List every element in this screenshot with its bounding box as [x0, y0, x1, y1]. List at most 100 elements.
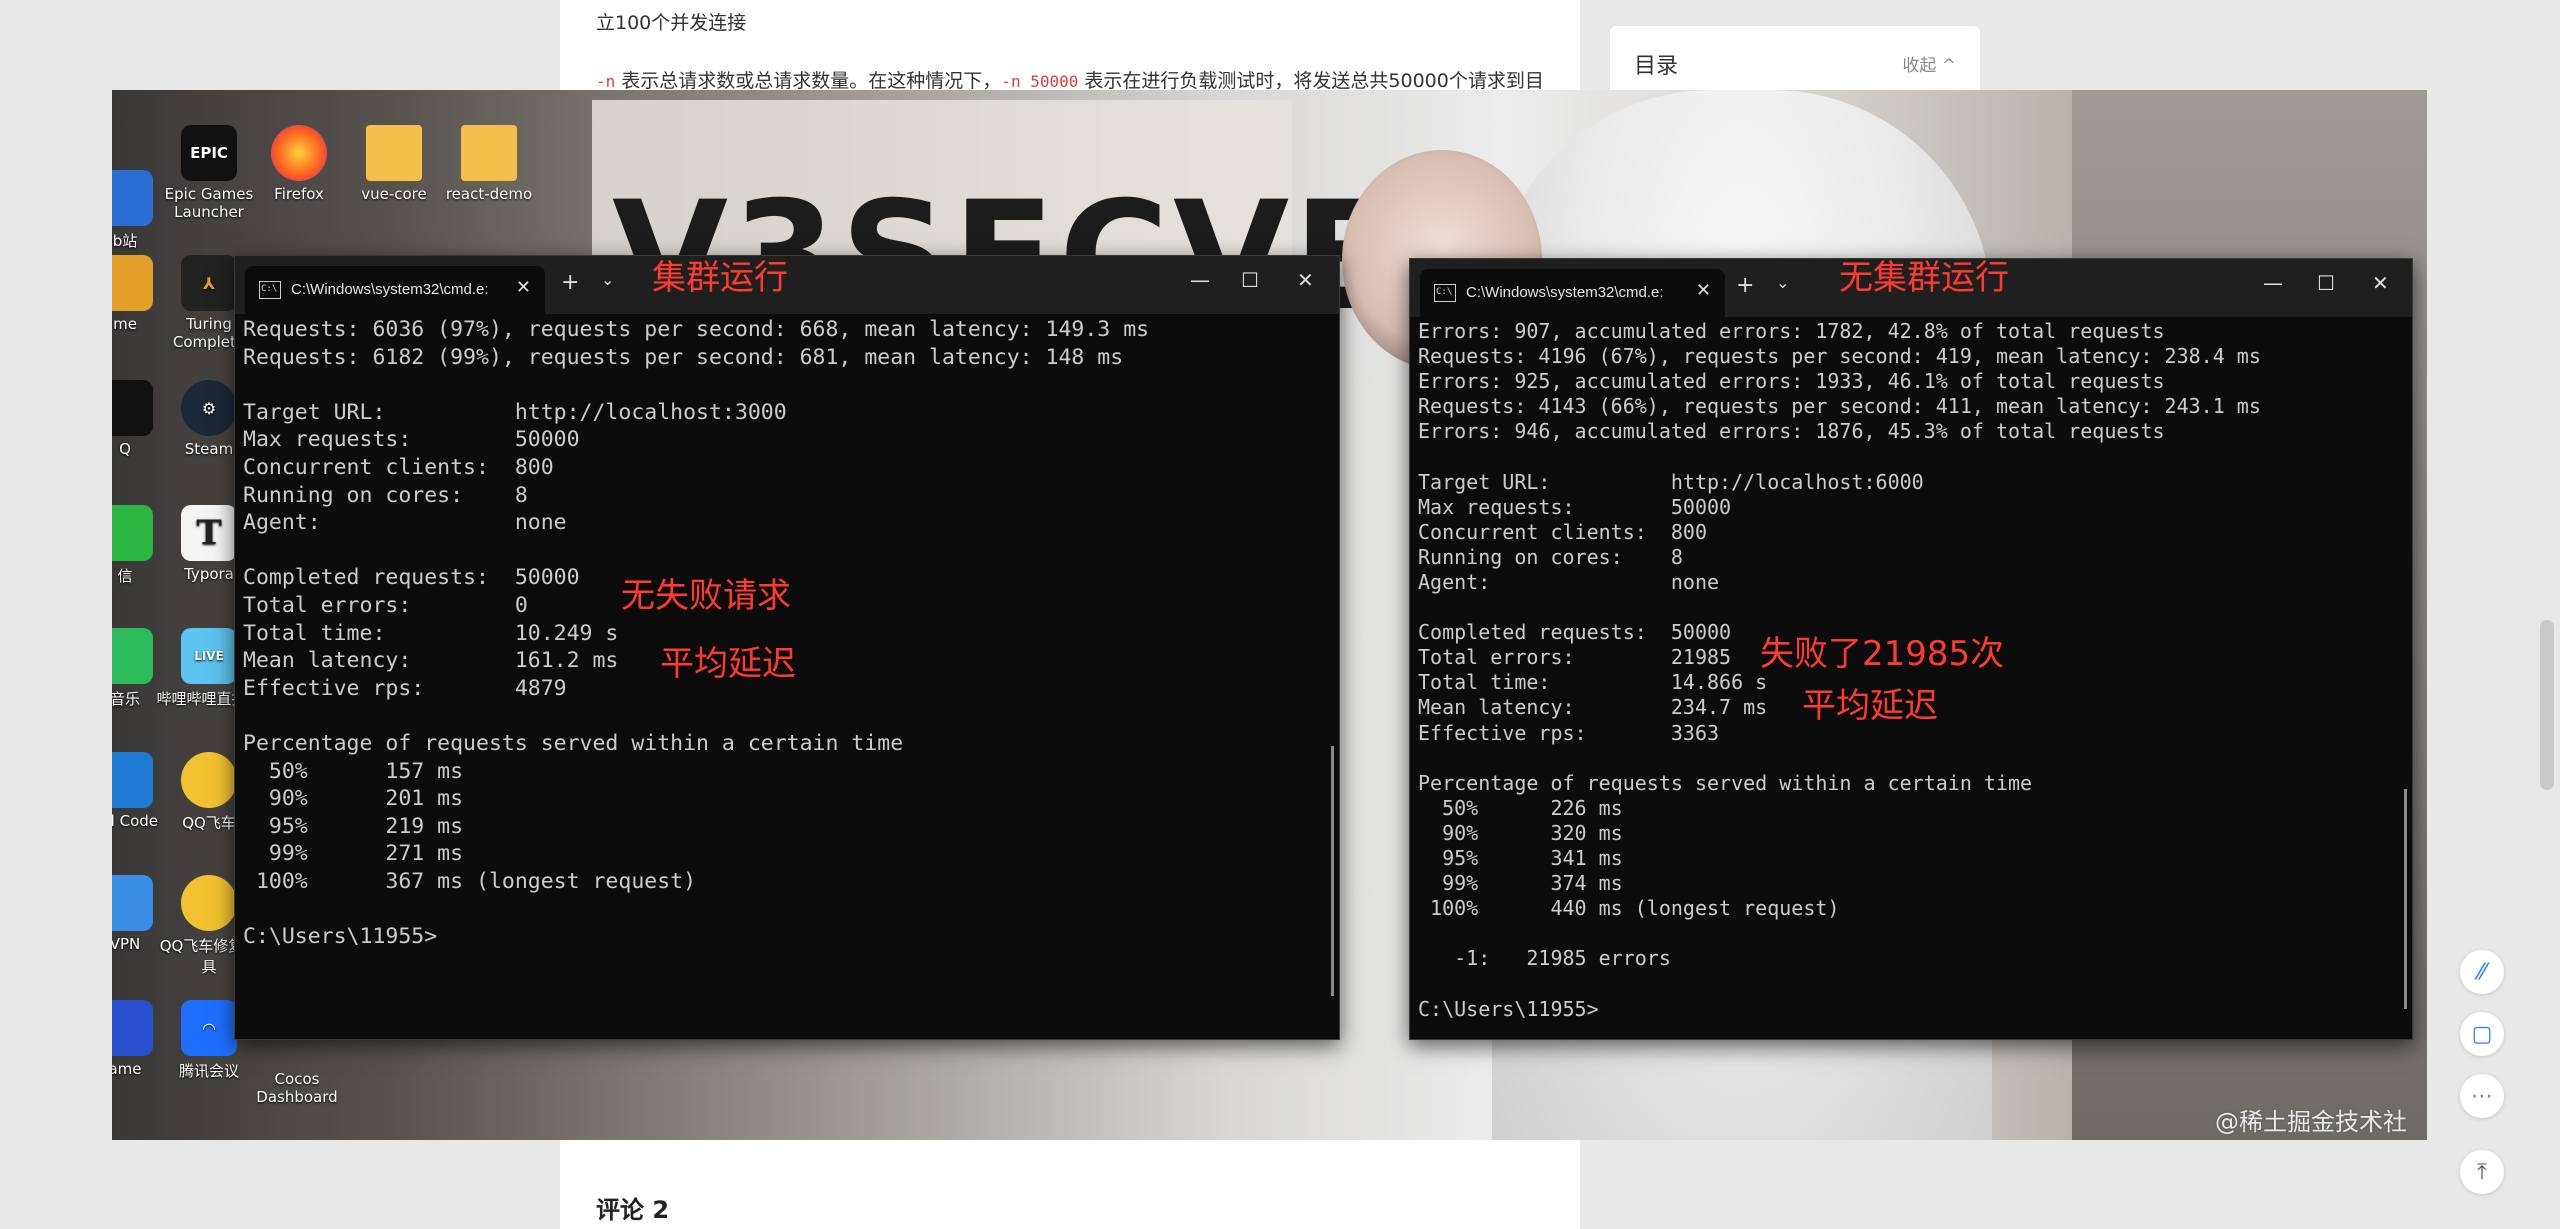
desktop-icon-react-demo[interactable]: react-demo [434, 125, 544, 203]
terminal-line: 100% 440 ms (longest request) [1418, 896, 1840, 921]
folder-icon [366, 125, 422, 181]
article-text: 表示总请求数或总请求数量。在这种情况下， [615, 70, 1002, 92]
desktop-icon-label: Steam [184, 440, 234, 458]
epic-games-icon: EPIC [181, 125, 237, 181]
terminal-line: 90% 320 ms [1418, 820, 1623, 845]
terminal-scrollbar[interactable] [2404, 789, 2407, 1009]
terminal-tab[interactable]: C:\ C:\Windows\system32\cmd.e: ✕ [1420, 269, 1725, 317]
terminal-line: 99% 374 ms [1418, 871, 1623, 896]
minimize-icon[interactable]: — [1190, 268, 1210, 292]
terminal-line: Percentage of requests served within a c… [243, 730, 904, 756]
typora-icon: T [181, 505, 237, 561]
desktop-icon-label: vue-core [361, 185, 427, 203]
annotation-mean-latency: 平均延迟 [1802, 686, 1938, 726]
desktop-icon-label: Typora [184, 565, 234, 583]
maximize-icon[interactable]: ☐ [1241, 268, 1259, 292]
cmd-icon: C:\ [1434, 284, 1456, 302]
steam-icon: ⚙ [181, 380, 237, 436]
annotation-no-errors: 无失败请求 [621, 576, 791, 616]
terminal-line: Percentage of requests served within a c… [1418, 770, 2033, 795]
desktop-icon-label: Cocos Dashboard [256, 1070, 338, 1106]
new-tab-icon[interactable]: + [1736, 273, 1754, 298]
terminal-line: Max requests: 50000 [243, 427, 580, 453]
terminal-line: Requests: 6182 (99%), requests per secon… [243, 344, 1124, 370]
annotation-mean-latency: 平均延迟 [660, 644, 796, 684]
terminal-line: Requests: 4143 (66%), requests per secon… [1418, 394, 2261, 419]
terminal-line: Target URL: http://localhost:6000 [1418, 469, 1924, 494]
close-icon[interactable]: ✕ [2372, 271, 2389, 295]
tencent-meeting-icon: ◠ [181, 1000, 237, 1056]
toc-title: 目录 [1634, 54, 1679, 79]
terminal-line: 95% 341 ms [1418, 845, 1623, 870]
minimize-icon[interactable]: — [2263, 271, 2283, 295]
terminal-line: 50% 226 ms [1418, 795, 1623, 820]
desktop-icon-label: Firefox [274, 185, 324, 203]
terminal-line: C:\Users\11955> [243, 924, 438, 950]
terminal-line: 100% 367 ms (longest request) [243, 868, 697, 894]
desktop-icon-label: react-demo [445, 185, 533, 203]
close-icon[interactable]: ✕ [1297, 268, 1314, 292]
back-to-top-icon[interactable]: ⤒ [2460, 1150, 2504, 1194]
chevron-down-icon[interactable]: ⌄ [601, 270, 614, 289]
terminal-line: 50% 157 ms [243, 758, 464, 784]
terminal-line: Running on cores: 8 [243, 482, 528, 508]
qq-speed-icon [181, 752, 237, 808]
terminal-line: 95% 219 ms [243, 813, 464, 839]
firefox-icon [271, 125, 327, 181]
turing-complete-icon: ⅄ [181, 255, 237, 311]
terminal-tab[interactable]: C:\ C:\Windows\system32\cmd.e: ✕ [245, 266, 545, 314]
terminal-line: Target URL: http://localhost:3000 [243, 399, 787, 425]
annotation-cluster-title: 集群运行 [652, 258, 788, 298]
article-text-line: 立100个并发连接 [596, 12, 747, 34]
terminal-line: Errors: 946, accumulated errors: 1876, 4… [1418, 419, 2165, 444]
new-tab-icon[interactable]: + [561, 270, 579, 295]
terminal-line: Agent: none [243, 510, 567, 536]
toc-collapse-button[interactable]: 收起 ^ [1902, 51, 1956, 76]
qq-speed-icon [181, 875, 237, 931]
article-screenshot: V3SECVEY b站 me Q 信 音乐 ual Code VPN ame E… [112, 90, 2427, 1140]
terminal-tab-title: C:\Windows\system32\cmd.e: [291, 281, 489, 298]
terminal-line: Running on cores: 8 [1418, 544, 1683, 569]
terminal-line: 99% 271 ms [243, 841, 464, 867]
article-text: 表示在进行负载测试时，将发送总共50000个请求到目 [1078, 70, 1544, 92]
juejin-logo-icon[interactable]: ⁄⁄ [2460, 950, 2504, 994]
maximize-icon[interactable]: ☐ [2317, 271, 2335, 295]
more-icon[interactable]: ⋯ [2460, 1074, 2504, 1118]
bilibili-live-icon: LIVE [181, 628, 237, 684]
cmd-icon: C:\ [259, 281, 281, 299]
desktop-icon-label: Epic Games Launcher [164, 185, 254, 221]
terminal-scrollbar[interactable] [1331, 746, 1334, 996]
comments-title: 评论 2 [596, 1196, 670, 1224]
tab-close-icon[interactable]: ✕ [1696, 280, 1711, 301]
terminal-line: Requests: 4196 (67%), requests per secon… [1418, 344, 2261, 369]
desktop-icon-firefox[interactable]: Firefox [244, 125, 354, 203]
terminal-line: 90% 201 ms [243, 786, 464, 812]
comment-icon[interactable]: ▢ [2460, 1012, 2504, 1056]
annotation-no-cluster-title: 无集群运行 [1839, 258, 2009, 298]
terminal-line: Concurrent clients: 800 [243, 454, 554, 480]
inline-code: -n [596, 72, 616, 91]
terminal-output: Requests: 6036 (97%), requests per secon… [243, 316, 1325, 951]
terminal-line: Concurrent clients: 800 [1418, 519, 1707, 544]
terminal-line: -1: 21985 errors [1418, 946, 1671, 971]
chevron-down-icon[interactable]: ⌄ [1776, 273, 1789, 292]
terminal-tab-title: C:\Windows\system32\cmd.e: [1466, 284, 1664, 301]
desktop-icon-vue-core[interactable]: vue-core [339, 125, 449, 203]
terminal-line: Errors: 907, accumulated errors: 1782, 4… [1418, 319, 2165, 343]
desktop-icon-label: QQ飞车 [182, 814, 236, 832]
terminal-line: C:\Users\11955> [1418, 996, 1599, 1021]
article-text-line: -n 表示总请求数或总请求数量。在这种情况下，-n 50000 表示在进行负载测… [596, 66, 1544, 93]
desktop-icon-label: 腾讯会议 [178, 1062, 239, 1080]
page-scrollbar[interactable] [2540, 620, 2554, 790]
tab-close-icon[interactable]: ✕ [516, 277, 531, 298]
terminal-line: Errors: 925, accumulated errors: 1933, 4… [1418, 369, 2165, 394]
